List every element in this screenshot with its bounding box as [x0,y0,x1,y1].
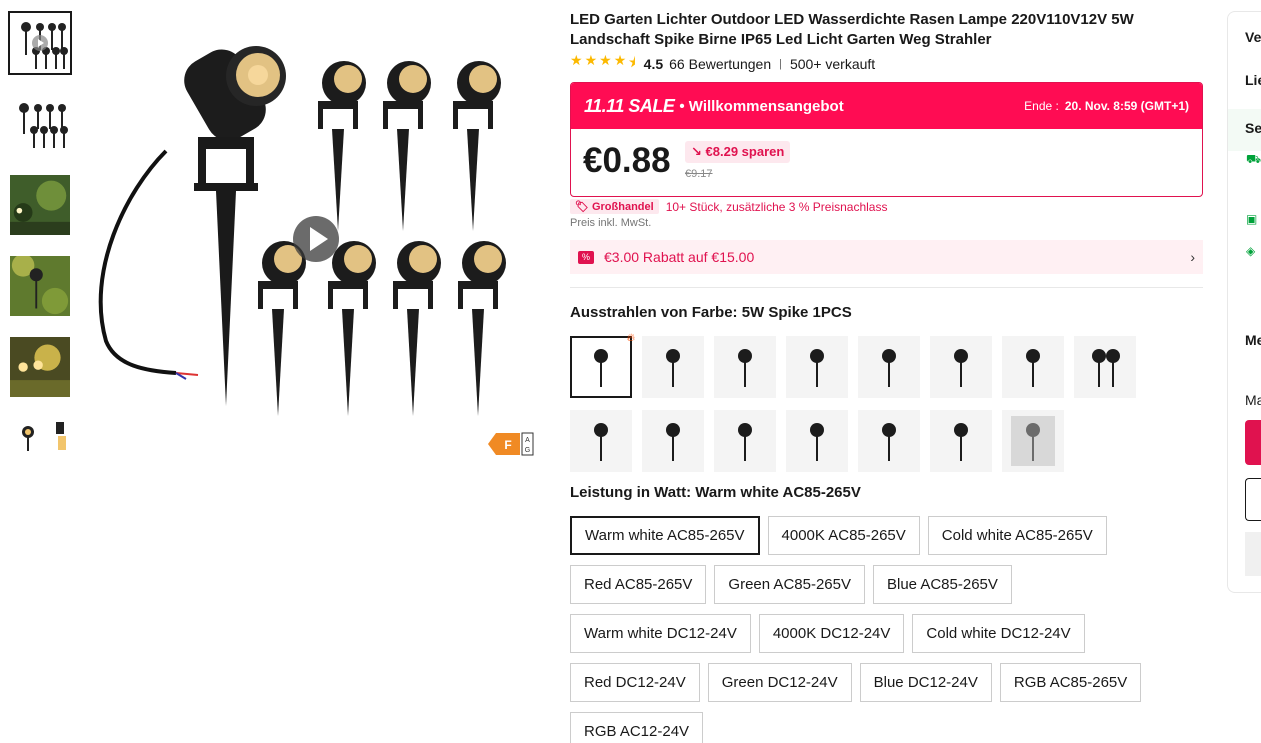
product-page: F A G LED Garten Lichter Outdoor LED Was… [0,0,1261,743]
color-swatch[interactable] [714,336,776,398]
buy-now-button[interactable] [1245,420,1261,465]
sidebar-delivery: Lie [1245,72,1261,88]
main-product-image[interactable] [86,11,546,461]
return-icon: ▣ [1246,212,1258,226]
fire-icon: 🔥︎ [626,332,635,344]
current-price: €0.88 [583,141,671,180]
rating-value: 4.5 [643,56,664,72]
color-label: Ausstrahlen von Farbe: 5W Spike 1PCS [570,304,852,321]
thumbnail-3[interactable] [8,173,72,237]
sidebar-seller[interactable]: Ve [1245,29,1261,45]
coupon-text: €3.00 Rabatt auf €15.00 [604,249,755,265]
watt-option[interactable]: Cold white AC85-265V [927,516,1107,555]
half-star-icon: ⯨ [628,54,636,70]
add-to-cart-button[interactable] [1245,478,1261,521]
buy-sidebar: Ve Lie Se ⛟ ▣ ◈ Me Ma [1227,11,1261,593]
color-swatch[interactable] [786,410,848,472]
reviews-link[interactable]: 66 Bewertungen [669,56,771,72]
bulk-text: 10+ Stück, zusätzliche 3 % Preisnachlass [665,199,888,214]
color-swatch[interactable] [714,410,776,472]
thumbnail-strip [8,11,74,473]
watt-option[interactable]: Green AC85-265V [714,565,865,604]
shield-icon: ◈ [1246,244,1256,258]
star-icon: ★ [599,52,612,68]
watt-option[interactable]: Warm white AC85-265V [570,516,760,555]
sale-logo: 11.11 SALE [584,95,675,116]
wishlist-button[interactable] [1245,532,1261,576]
watt-option[interactable]: Blue DC12-24V [859,663,992,702]
watt-option[interactable]: RGB AC12-24V [570,712,704,743]
color-swatch[interactable] [1002,336,1064,398]
watt-label: Leistung in Watt: Warm white AC85-265V [570,484,861,501]
bulk-tag: 🏷︎ Großhandel [570,199,659,214]
watt-option[interactable]: 4000K DC12-24V [758,614,905,653]
sale-price-box: 11.11 SALE • Willkommensangebot Ende :20… [570,82,1203,197]
play-icon [293,216,339,262]
sold-count: 500+ verkauft [789,56,876,72]
thumbnail-video[interactable] [8,11,72,75]
svg-text:A: A [525,437,530,444]
sidebar-service: Se [1245,120,1261,136]
big-lamp-illustration [98,46,286,406]
thumbnail-5[interactable] [8,335,72,399]
color-swatch[interactable] [786,336,848,398]
watt-option[interactable]: RGB AC85-265V [999,663,1142,702]
color-swatch[interactable]: 🔥︎ [570,332,635,398]
star-rating[interactable]: ★ ★ ★ ★ ⯨ [570,52,636,76]
divider [570,287,1203,288]
sale-banner: 11.11 SALE • Willkommensangebot Ende :20… [571,83,1202,129]
rating-row: ★ ★ ★ ★ ⯨ 4.5 66 Bewertungen | 500+ verk… [570,52,876,76]
bulk-discount: 🏷︎ Großhandel 10+ Stück, zusätzliche 3 % … [570,199,887,214]
product-title: LED Garten Lichter Outdoor LED Wasserdic… [570,11,1134,48]
watt-option[interactable]: Red AC85-265V [570,565,707,604]
separator: | [779,58,782,70]
svg-text:G: G [525,447,530,454]
watt-option[interactable]: Blue AC85-265V [872,565,1012,604]
color-swatch[interactable] [570,410,632,472]
coupon-banner[interactable]: % €3.00 Rabatt auf €15.00 › [570,240,1203,274]
sale-subtitle: • Willkommensangebot [679,97,844,115]
color-swatches: 🔥︎ [570,332,1150,472]
energy-class-letter: F [504,438,511,452]
sale-end-time: Ende :20. Nov. 8:59 (GMT+1) [1024,99,1189,113]
energy-label-badge[interactable]: F A G [488,431,534,457]
watt-option[interactable]: Cold white DC12-24V [912,614,1085,653]
color-swatch[interactable] [930,336,992,398]
color-swatch[interactable] [1074,336,1136,398]
vat-note: Preis inkl. MwSt. [570,217,652,229]
watt-option[interactable]: Green DC12-24V [707,663,852,702]
color-swatch[interactable] [642,336,704,398]
truck-icon: ⛟ [1246,152,1261,166]
watt-option[interactable]: Red DC12-24V [570,663,700,702]
sidebar-max: Ma [1245,392,1261,408]
star-icon: ★ [584,52,598,68]
coupon-icon: % [578,250,594,264]
watt-options: Warm white AC85-265V 4000K AC85-265V Cold … [570,516,1190,743]
color-swatch[interactable] [930,410,992,472]
down-arrow-icon: ↘︎ [691,144,702,159]
thumbnail-2[interactable] [8,92,72,156]
color-swatch[interactable] [858,336,920,398]
color-swatch[interactable] [858,410,920,472]
original-price: €9.17 [685,168,713,180]
savings-badge: ↘︎ €8.29 sparen [685,141,791,163]
watt-option[interactable]: 4000K AC85-265V [767,516,920,555]
watt-option[interactable]: Warm white DC12-24V [570,614,751,653]
star-icon: ★ [613,52,627,68]
chevron-right-icon: › [1190,249,1195,265]
sidebar-quantity: Me [1245,332,1261,348]
thumbnail-4[interactable] [8,254,72,318]
tag-icon: 🏷︎ [575,201,589,213]
thumbnail-6[interactable] [8,416,72,456]
color-swatch[interactable] [642,410,704,472]
color-swatch[interactable] [1002,410,1064,472]
star-icon: ★ [570,52,583,68]
